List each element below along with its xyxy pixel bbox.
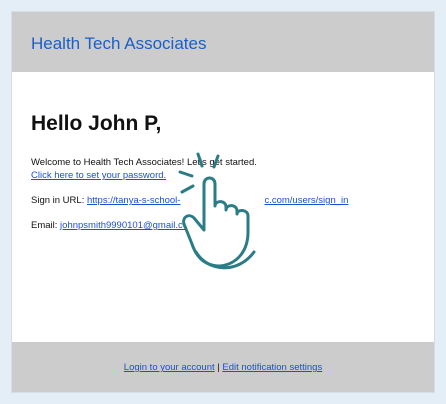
login-link[interactable]: Login to your account bbox=[124, 362, 215, 373]
email-label: Email: bbox=[31, 220, 58, 231]
email-line: Email: johnpsmith9990101@gmail.co bbox=[31, 220, 188, 231]
set-password-link[interactable]: Click here to set your password. bbox=[31, 170, 166, 181]
footer-links: Login to your account | Edit notificatio… bbox=[12, 362, 434, 373]
signin-url-start: https://tanya-s-school- bbox=[86, 195, 181, 206]
pointing-hand-click-icon bbox=[178, 152, 256, 270]
email-header: Health Tech Associates bbox=[12, 12, 434, 72]
email-address-link[interactable]: johnpsmith9990101@gmail.co bbox=[60, 220, 188, 231]
signin-label: Sign in URL: bbox=[31, 195, 85, 206]
footer-separator: | bbox=[217, 362, 220, 373]
set-password-line: Click here to set your password. bbox=[31, 170, 166, 181]
email-footer: Login to your account | Edit notificatio… bbox=[12, 342, 434, 392]
greeting-heading: Hello John P, bbox=[31, 112, 162, 135]
brand-name: Health Tech Associates bbox=[31, 34, 207, 53]
notification-settings-link[interactable]: Edit notification settings bbox=[222, 362, 322, 373]
